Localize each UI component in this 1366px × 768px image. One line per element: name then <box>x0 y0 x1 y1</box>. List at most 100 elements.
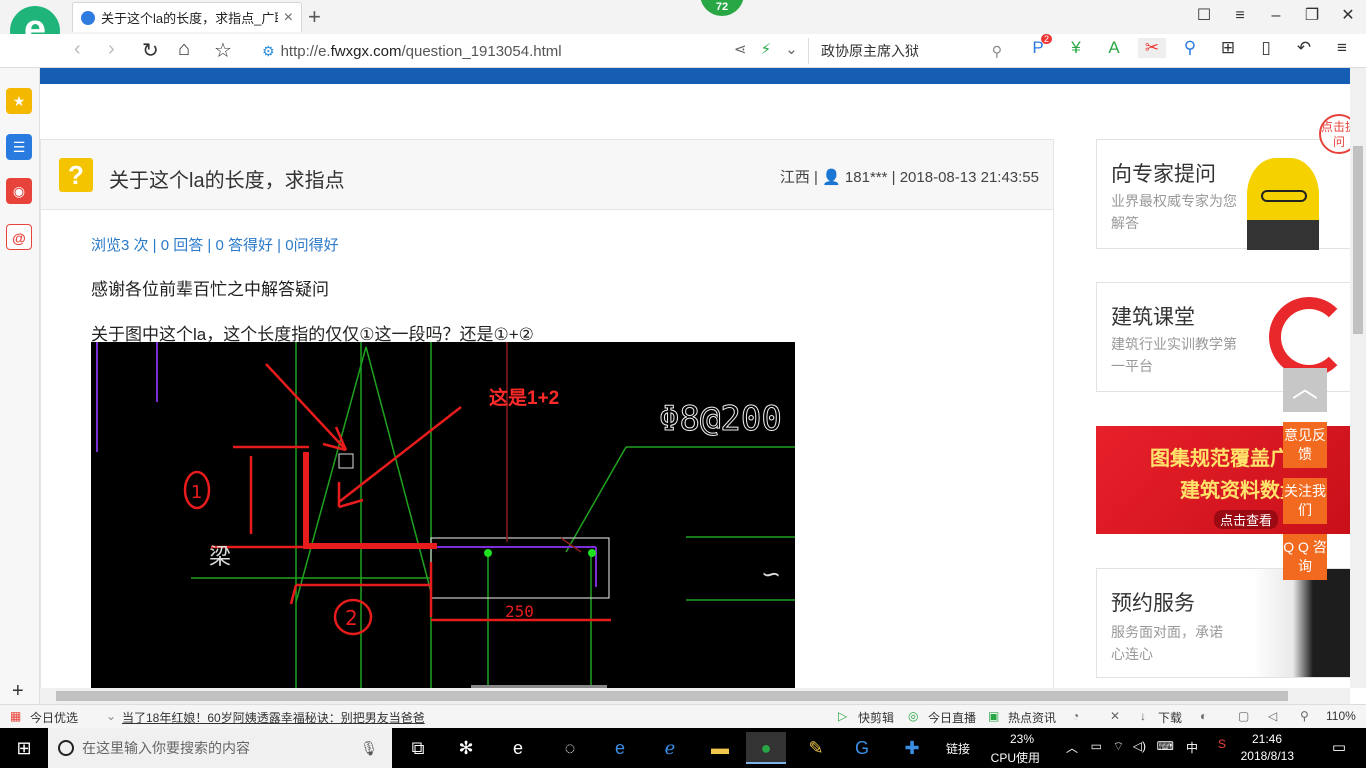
window-icon[interactable]: ▢ <box>1238 709 1249 723</box>
refresh-button[interactable]: ↻ <box>142 38 159 63</box>
network-icon[interactable]: ⌔ <box>1113 739 1124 754</box>
browser-taskbar-icon[interactable]: ● <box>746 732 786 764</box>
news-icon[interactable]: ▣ <box>988 709 999 723</box>
ime-indicator[interactable]: 中 <box>1186 739 1198 756</box>
views-count[interactable]: 浏览3 次 <box>91 237 149 254</box>
forward-button[interactable]: › <box>108 38 115 61</box>
undo-icon[interactable]: ↶ <box>1290 38 1318 58</box>
horizontal-scroll-thumb[interactable] <box>56 691 1288 701</box>
ask-expert-title: 向专家提问 <box>1111 163 1216 186</box>
notification-center-icon[interactable]: ▭ <box>1332 738 1346 756</box>
screenshot-icon[interactable]: ✂ <box>1138 38 1166 58</box>
task-view-icon[interactable]: ⧉ <box>398 732 438 764</box>
clock-time[interactable]: 21:46 <box>1252 732 1282 746</box>
today-picks[interactable]: 今日优选 <box>30 709 78 726</box>
cad-drawing-image[interactable]: 1 2 梁 这是1+2 Φ8@200 250 ∽ <box>91 342 795 688</box>
share-icon[interactable]: ⋖ <box>734 40 747 58</box>
live-link[interactable]: 今日直播 <box>928 709 976 726</box>
start-button[interactable]: ⊞ <box>0 728 48 768</box>
skin-icon[interactable]: ☐ <box>1186 0 1222 32</box>
weibo-icon[interactable]: ◉ <box>6 178 32 204</box>
headline-link[interactable]: 当了18年红娘！60岁阿姨透露幸福秘诀：别把男友当爸爸 <box>122 709 425 726</box>
minimize-button[interactable]: – <box>1258 0 1294 32</box>
download-icon[interactable]: ↓ <box>1140 709 1146 723</box>
speed-mode-icon[interactable]: ⚡ <box>761 40 772 58</box>
email-icon[interactable]: @ <box>6 224 32 250</box>
apps-grid-icon[interactable]: ⊞ <box>1214 38 1242 58</box>
hamburger-menu-icon[interactable]: ≡ <box>1328 38 1356 58</box>
restore-button[interactable]: ❐ <box>1294 0 1330 32</box>
zoom-icon[interactable]: ⚲ <box>1300 709 1309 723</box>
keyboard-icon[interactable]: ⌨ <box>1157 739 1174 753</box>
favorite-star-icon[interactable]: ☆ <box>214 38 232 63</box>
good-questions-count[interactable]: 0问得好 <box>285 237 338 254</box>
chevron-down-icon[interactable]: ⌄ <box>106 709 116 723</box>
notification-icon[interactable]: P2 <box>1024 34 1052 58</box>
sogou-icon[interactable]: S <box>1218 737 1226 751</box>
answers-count[interactable]: 0 回答 <box>161 237 204 254</box>
clock-date[interactable]: 2018/8/13 <box>1241 749 1294 763</box>
news-link[interactable]: 热点资讯 <box>1008 709 1056 726</box>
search-input[interactable]: 政协原主席入狱 ⚲ <box>808 38 1008 64</box>
new-tab-button[interactable]: + <box>308 4 321 30</box>
edge-icon[interactable]: e <box>600 732 640 764</box>
chevron-down-icon[interactable]: ⌄ <box>785 40 798 58</box>
ask-expert-card[interactable]: 向专家提问 业界最权威专家为您解答 点击提问 <box>1096 114 1350 250</box>
volume-icon[interactable]: ◁) <box>1133 739 1146 753</box>
url-field[interactable]: ⚙ http://e.fwxgx.com/question_1913054.ht… <box>262 40 722 62</box>
plus-app-icon[interactable]: ✚ <box>892 732 932 764</box>
chevron-up-icon[interactable]: ︿ <box>1066 739 1078 756</box>
quick-cut-link[interactable]: 快剪辑 <box>858 709 894 726</box>
ie-browser-icon[interactable]: e <box>498 732 538 764</box>
address-bar: ‹ › ↻ ⌂ ☆ ⚙ http://e.fwxgx.com/question_… <box>0 34 1366 68</box>
shield-icon[interactable]: ¥ <box>1062 38 1090 58</box>
back-to-top-button[interactable]: ︿ <box>1283 368 1327 412</box>
sound-icon[interactable]: ◁ <box>1268 709 1277 723</box>
tablet-icon[interactable]: ▯ <box>1252 38 1280 58</box>
vertical-scrollbar[interactable] <box>1350 68 1366 688</box>
gift-icon[interactable]: ▦ <box>10 709 21 723</box>
ask-bubble[interactable]: 点击提问 <box>1319 114 1350 154</box>
file-explorer-icon[interactable]: ▬ <box>700 732 740 764</box>
vertical-scroll-thumb[interactable] <box>1353 146 1363 334</box>
feedback-button[interactable]: 意见反馈 <box>1283 422 1327 468</box>
zoom-level[interactable]: 110% <box>1326 709 1356 723</box>
download-link[interactable]: 下载 <box>1158 709 1182 726</box>
close-window-button[interactable]: ✕ <box>1330 0 1366 32</box>
horizontal-scrollbar[interactable] <box>40 688 1350 704</box>
favorites-star-icon[interactable]: ★ <box>6 88 32 114</box>
search-icon[interactable]: ⚲ <box>992 43 1002 60</box>
translate-icon[interactable]: A <box>1100 38 1128 58</box>
close-tab-icon[interactable]: × <box>284 9 293 27</box>
question-user[interactable]: 181*** <box>845 169 888 186</box>
quick-cut-icon[interactable]: ▷ <box>838 709 847 723</box>
add-sidebar-icon[interactable]: + <box>12 680 24 703</box>
links-toolbar[interactable]: 链接 <box>946 740 970 757</box>
fan-app-icon[interactable]: ✻ <box>446 732 486 764</box>
site-info-icon[interactable]: ⚙ <box>262 43 275 60</box>
banner-button[interactable]: 点击查看 <box>1214 510 1279 529</box>
speed-icon[interactable]: ◔ <box>1072 709 1079 723</box>
battery-icon[interactable]: ▭ <box>1091 739 1102 753</box>
reading-list-icon[interactable]: ☰ <box>6 134 32 160</box>
internet-explorer-icon[interactable]: ℯ <box>650 732 690 764</box>
appointment-subtitle: 服务面对面，承诺心连心 <box>1111 624 1223 662</box>
glodon-app-icon[interactable]: G <box>842 732 882 764</box>
follow-us-button[interactable]: 关注我们 <box>1283 478 1327 524</box>
menu-icon[interactable]: ≡ <box>1222 0 1258 32</box>
weather-app-icon[interactable]: ◌ <box>550 732 590 764</box>
browser-tab[interactable]: 关于这个la的长度，求指点_广联 × <box>72 2 302 32</box>
tools-icon[interactable]: ✕ <box>1110 709 1120 723</box>
home-button[interactable]: ⌂ <box>178 38 190 61</box>
question-header: ? 关于这个la的长度，求指点 江西 | 👤 181*** | 2018-08-… <box>41 140 1053 210</box>
appointment-card[interactable]: 预约服务 服务面对面，承诺心连心 <box>1096 568 1350 678</box>
good-answers-count[interactable]: 0 答得好 <box>216 237 274 254</box>
live-icon[interactable]: ◎ <box>908 709 918 723</box>
find-icon[interactable]: ⚲ <box>1176 38 1204 58</box>
accelerate-icon[interactable]: ◐ <box>1200 709 1207 723</box>
taskbar-search[interactable]: 在这里输入你要搜索的内容 🎙 <box>48 728 392 768</box>
notes-app-icon[interactable]: ✎ <box>796 732 836 764</box>
back-button[interactable]: ‹ <box>74 38 81 61</box>
qq-consult-button[interactable]: Q Q 咨询 <box>1283 534 1327 580</box>
microphone-icon[interactable]: 🎙 <box>360 740 378 757</box>
